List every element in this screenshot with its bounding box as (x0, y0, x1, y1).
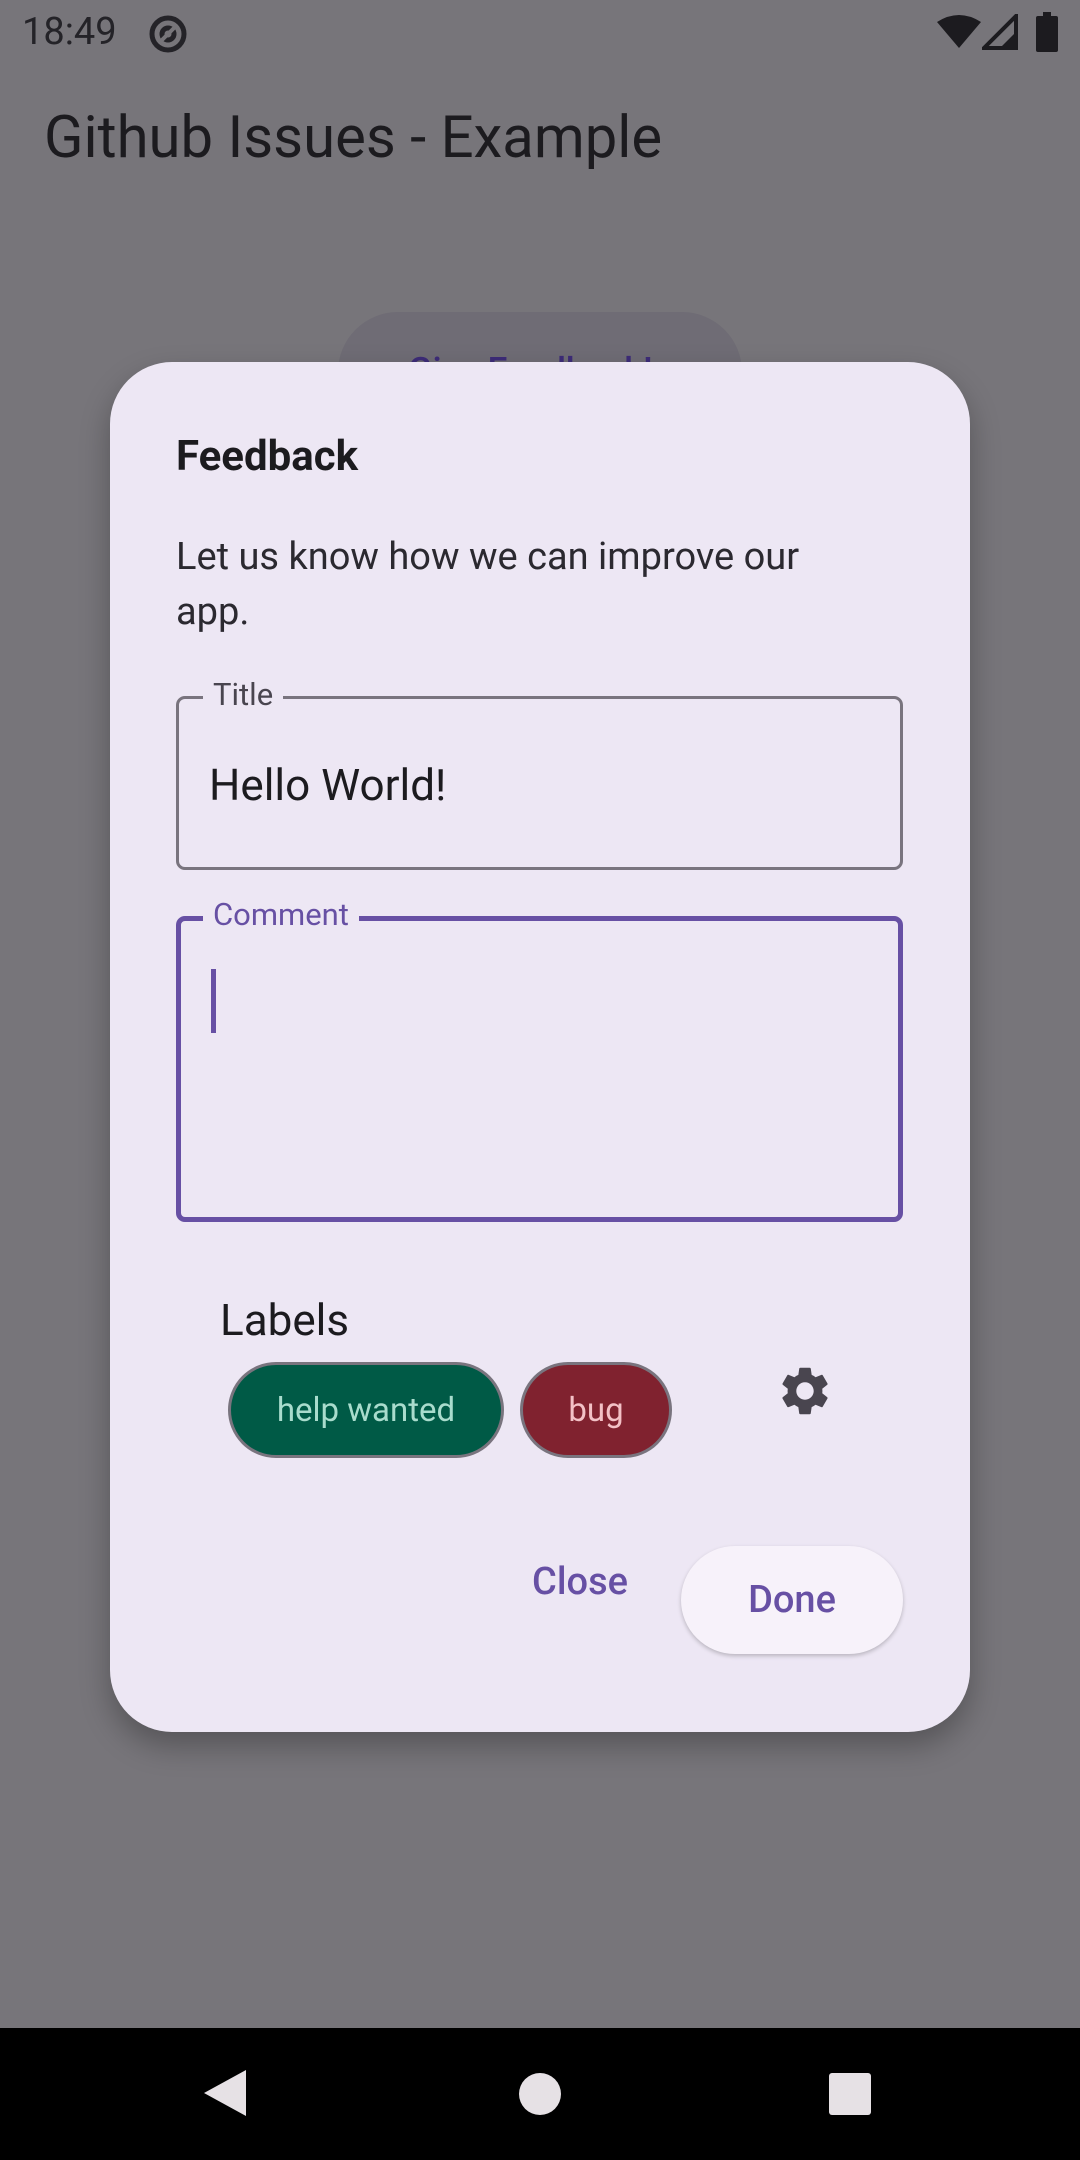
comment-field-label: Comment (203, 895, 359, 935)
status-time: 18:49 (22, 10, 117, 54)
cell-signal-icon (982, 14, 1018, 50)
dialog-title: Feedback (176, 432, 359, 481)
labels-heading: Labels (220, 1294, 350, 1346)
text-cursor (211, 969, 216, 1033)
battery-icon (1036, 12, 1058, 52)
home-icon[interactable] (518, 2072, 562, 2116)
done-button[interactable]: Done (681, 1546, 903, 1654)
gear-icon[interactable] (776, 1362, 834, 1420)
label-chip-bug[interactable]: bug (520, 1362, 672, 1458)
feedback-dialog: Feedback Let us know how we can improve … (110, 362, 970, 1732)
close-button[interactable]: Close (508, 1544, 652, 1620)
at-sign-icon (149, 15, 187, 53)
status-bar: 18:49 (0, 0, 1080, 66)
back-icon[interactable] (202, 2068, 248, 2118)
title-field[interactable]: Title Hello World! (176, 675, 903, 870)
app-bar-title: Github Issues - Example (44, 104, 663, 172)
label-chip-help-wanted[interactable]: help wanted (228, 1362, 504, 1458)
title-field-value: Hello World! (209, 759, 447, 811)
comment-field[interactable]: Comment (176, 895, 903, 1222)
recents-icon[interactable] (828, 2072, 872, 2116)
wifi-icon (937, 15, 981, 48)
dialog-message: Let us know how we can improve our app. (176, 535, 800, 634)
title-field-label: Title (203, 675, 284, 715)
navigation-bar (0, 2028, 1080, 2160)
chip-label: help wanted (276, 1390, 456, 1430)
chip-label: bug (568, 1390, 624, 1430)
